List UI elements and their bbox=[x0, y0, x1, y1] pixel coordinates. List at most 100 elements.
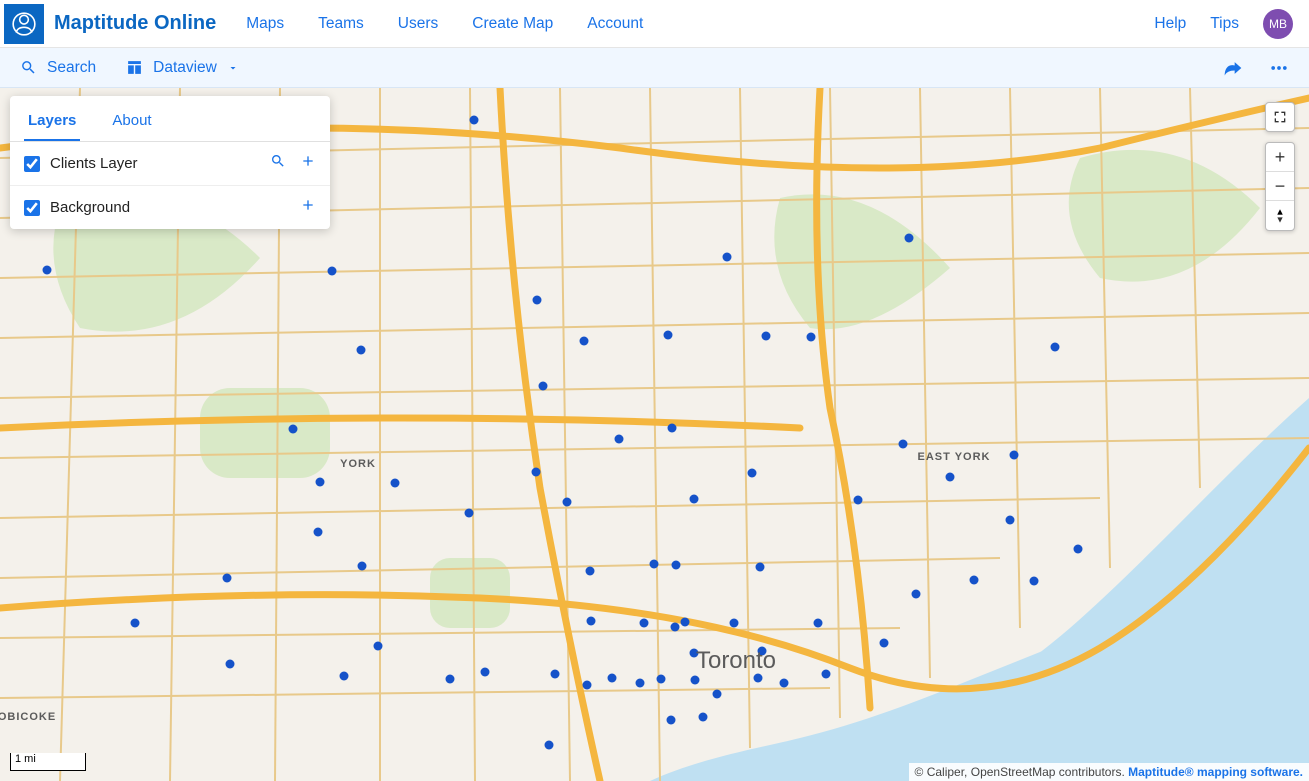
layer-find-button[interactable] bbox=[256, 153, 286, 174]
client-point[interactable] bbox=[608, 674, 617, 683]
client-point[interactable] bbox=[905, 234, 914, 243]
client-point[interactable] bbox=[672, 561, 681, 570]
client-point[interactable] bbox=[880, 639, 889, 648]
client-point[interactable] bbox=[551, 670, 560, 679]
share-icon[interactable] bbox=[1223, 58, 1243, 78]
client-point[interactable] bbox=[664, 331, 673, 340]
client-point[interactable] bbox=[690, 495, 699, 504]
more-icon[interactable] bbox=[1269, 58, 1289, 78]
client-point[interactable] bbox=[754, 674, 763, 683]
user-avatar[interactable]: MB bbox=[1263, 9, 1293, 39]
client-point[interactable] bbox=[470, 116, 479, 125]
nav-users[interactable]: Users bbox=[398, 15, 438, 33]
layer-add-button[interactable] bbox=[286, 197, 316, 218]
search-icon bbox=[20, 59, 37, 76]
search-button[interactable]: Search bbox=[20, 59, 96, 77]
client-point[interactable] bbox=[481, 668, 490, 677]
client-point[interactable] bbox=[1006, 516, 1015, 525]
nav-account[interactable]: Account bbox=[587, 15, 643, 33]
client-point[interactable] bbox=[636, 679, 645, 688]
client-point[interactable] bbox=[43, 266, 52, 275]
client-point[interactable] bbox=[668, 424, 677, 433]
nav-tips[interactable]: Tips bbox=[1210, 15, 1239, 33]
dataview-label: Dataview bbox=[153, 59, 217, 77]
client-point[interactable] bbox=[446, 675, 455, 684]
client-point[interactable] bbox=[314, 528, 323, 537]
client-point[interactable] bbox=[822, 670, 831, 679]
client-point[interactable] bbox=[316, 478, 325, 487]
client-point[interactable] bbox=[580, 337, 589, 346]
client-point[interactable] bbox=[465, 509, 474, 518]
client-point[interactable] bbox=[615, 435, 624, 444]
client-point[interactable] bbox=[970, 576, 979, 585]
client-point[interactable] bbox=[223, 574, 232, 583]
client-point[interactable] bbox=[657, 675, 666, 684]
layer-visibility-checkbox[interactable] bbox=[24, 156, 40, 172]
client-point[interactable] bbox=[667, 716, 676, 725]
client-point[interactable] bbox=[289, 425, 298, 434]
client-point[interactable] bbox=[587, 617, 596, 626]
client-point[interactable] bbox=[391, 479, 400, 488]
client-point[interactable] bbox=[681, 618, 690, 627]
client-point[interactable] bbox=[912, 590, 921, 599]
client-point[interactable] bbox=[586, 567, 595, 576]
client-point[interactable] bbox=[756, 562, 765, 571]
nav-right: Help Tips MB bbox=[1154, 9, 1293, 39]
client-point[interactable] bbox=[691, 675, 700, 684]
fullscreen-button[interactable] bbox=[1265, 102, 1295, 132]
brand-logo[interactable] bbox=[4, 4, 44, 44]
client-point[interactable] bbox=[748, 469, 757, 478]
client-point[interactable] bbox=[374, 642, 383, 651]
fullscreen-icon bbox=[1272, 109, 1288, 125]
client-point[interactable] bbox=[357, 346, 366, 355]
client-point[interactable] bbox=[671, 623, 680, 632]
attribution-text: © Caliper, OpenStreetMap contributors. bbox=[915, 765, 1129, 779]
layer-visibility-checkbox[interactable] bbox=[24, 200, 40, 216]
client-point[interactable] bbox=[713, 690, 722, 699]
layers-panel: Layers About Clients LayerBackground bbox=[10, 96, 330, 229]
tab-about[interactable]: About bbox=[108, 102, 155, 141]
client-point[interactable] bbox=[1030, 577, 1039, 586]
client-point[interactable] bbox=[807, 333, 816, 342]
client-point[interactable] bbox=[532, 468, 541, 477]
nav-teams[interactable]: Teams bbox=[318, 15, 364, 33]
client-point[interactable] bbox=[539, 382, 548, 391]
client-point[interactable] bbox=[814, 619, 823, 628]
client-point[interactable] bbox=[563, 498, 572, 507]
client-point[interactable] bbox=[758, 647, 767, 656]
client-point[interactable] bbox=[899, 440, 908, 449]
client-point[interactable] bbox=[358, 562, 367, 571]
zoom-in-button[interactable]: + bbox=[1266, 143, 1294, 172]
client-point[interactable] bbox=[340, 672, 349, 681]
client-point[interactable] bbox=[131, 619, 140, 628]
nav-maps[interactable]: Maps bbox=[246, 15, 284, 33]
compass-button[interactable] bbox=[1266, 201, 1294, 230]
client-point[interactable] bbox=[650, 560, 659, 569]
client-point[interactable] bbox=[544, 741, 553, 750]
nav-help[interactable]: Help bbox=[1154, 15, 1186, 33]
layer-add-button[interactable] bbox=[286, 153, 316, 174]
client-point[interactable] bbox=[690, 649, 699, 658]
brand-name[interactable]: Maptitude Online bbox=[54, 12, 216, 35]
tab-layers[interactable]: Layers bbox=[24, 102, 80, 141]
client-point[interactable] bbox=[328, 267, 337, 276]
client-point[interactable] bbox=[1074, 545, 1083, 554]
client-point[interactable] bbox=[533, 296, 542, 305]
client-point[interactable] bbox=[730, 619, 739, 628]
client-point[interactable] bbox=[583, 681, 592, 690]
zoom-out-button[interactable]: − bbox=[1266, 172, 1294, 201]
client-point[interactable] bbox=[762, 331, 771, 340]
client-point[interactable] bbox=[226, 660, 235, 669]
dataview-button[interactable]: Dataview bbox=[126, 59, 239, 77]
client-point[interactable] bbox=[723, 253, 732, 262]
client-point[interactable] bbox=[780, 679, 789, 688]
nav-create[interactable]: Create Map bbox=[472, 15, 553, 33]
client-point[interactable] bbox=[640, 619, 649, 628]
client-point[interactable] bbox=[854, 496, 863, 505]
client-point[interactable] bbox=[1010, 451, 1019, 460]
attribution-link[interactable]: Maptitude® mapping software. bbox=[1128, 765, 1303, 779]
client-point[interactable] bbox=[946, 473, 955, 482]
client-point[interactable] bbox=[699, 713, 708, 722]
client-point[interactable] bbox=[1050, 343, 1059, 352]
panel-tabs: Layers About bbox=[10, 102, 330, 142]
